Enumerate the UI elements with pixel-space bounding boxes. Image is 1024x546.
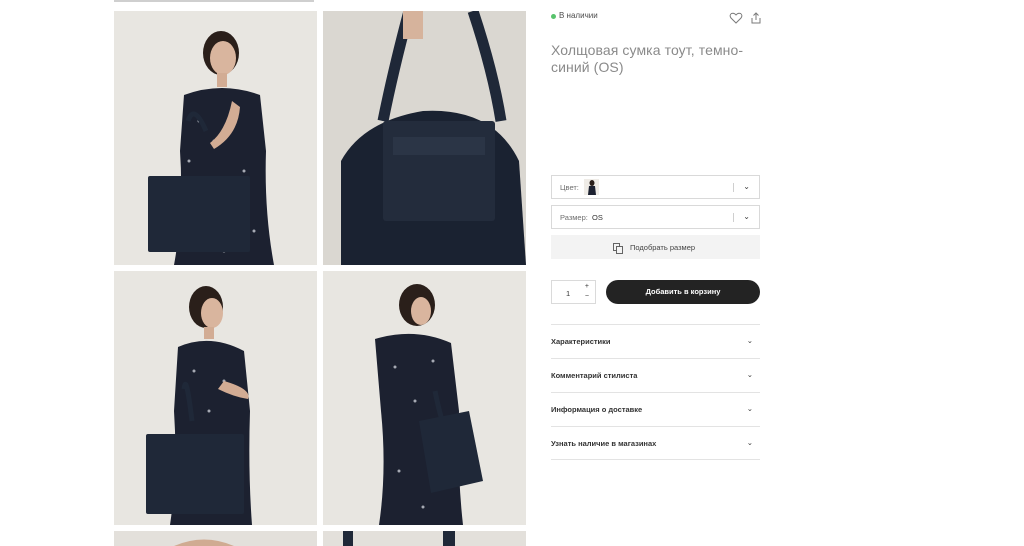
select-divider [733, 213, 734, 222]
accordion-stylist-comment[interactable]: Комментарий стилиста ⌄ [551, 358, 760, 392]
divider [551, 459, 760, 460]
chevron-down-icon: ⌄ [746, 370, 753, 379]
select-divider [733, 183, 734, 192]
quantity-decrease-button[interactable]: − [585, 293, 589, 300]
accordion-label: Характеристики [551, 337, 611, 346]
in-stock-dot [551, 14, 556, 19]
size-guide-icon [613, 241, 623, 254]
product-photo-side[interactable] [114, 271, 317, 525]
product-photo-6[interactable] [323, 531, 526, 546]
chevron-down-icon: ⌄ [746, 336, 753, 345]
product-photo-front[interactable] [114, 11, 317, 265]
accordion-delivery-info[interactable]: Информация о доставке ⌄ [551, 392, 760, 426]
chevron-down-icon: ⌄ [746, 404, 753, 413]
size-guide-button[interactable]: Подобрать размер [551, 235, 760, 259]
product-photo-5[interactable] [114, 531, 317, 546]
add-to-cart-button[interactable]: Добавить в корзину [606, 280, 760, 304]
chevron-down-icon[interactable]: ⌄ [743, 212, 750, 221]
product-title: Холщовая сумка тоут, темно-синий (OS) [551, 42, 744, 75]
color-select[interactable]: Цвет: ⌄ [551, 175, 760, 199]
color-label: Цвет: [560, 183, 579, 192]
accordion-label: Комментарий стилиста [551, 371, 638, 380]
accordion-label: Узнать наличие в магазинах [551, 439, 657, 448]
heart-icon[interactable] [729, 11, 743, 25]
color-swatch [584, 179, 599, 195]
quantity-stepper[interactable]: 1 + − [551, 280, 596, 304]
chevron-down-icon[interactable]: ⌄ [743, 182, 750, 191]
size-label: Размер: [560, 213, 588, 222]
product-photo-6-image [323, 531, 526, 546]
share-icon[interactable] [749, 11, 763, 25]
product-photo-inside[interactable] [323, 11, 526, 265]
model-front-image [114, 11, 317, 265]
product-photo-5-image [114, 531, 317, 546]
breadcrumb [114, 0, 414, 3]
accordion-store-availability[interactable]: Узнать наличие в магазинах ⌄ [551, 426, 760, 460]
bag-inside-image [323, 11, 526, 265]
quantity-increase-button[interactable]: + [585, 283, 589, 290]
chevron-down-icon: ⌄ [746, 438, 753, 447]
size-select[interactable]: Размер: OS ⌄ [551, 205, 760, 229]
size-guide-label: Подобрать размер [630, 243, 696, 252]
accordion-characteristics[interactable]: Характеристики ⌄ [551, 324, 760, 358]
stock-status: В наличии [551, 11, 763, 25]
quantity-value[interactable]: 1 [566, 289, 570, 298]
stock-status-text: В наличии [559, 11, 598, 20]
model-side-image [114, 271, 317, 525]
accordion-label: Информация о доставке [551, 405, 643, 414]
product-photo-back[interactable] [323, 271, 526, 525]
model-back-image [323, 271, 526, 525]
size-value: OS [592, 213, 603, 222]
